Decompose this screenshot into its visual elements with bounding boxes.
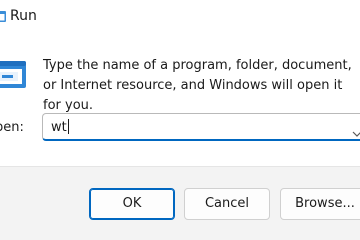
run-dialog-icon [0,61,26,89]
run-description: Type the name of a program, folder, docu… [43,58,352,113]
title-bar[interactable]: Run [0,0,360,34]
window-title: Run [10,8,37,24]
browse-button[interactable]: Browse... [280,188,360,220]
open-input[interactable]: wt [51,119,69,135]
open-input-value: wt [51,120,67,135]
run-icon [0,9,6,23]
chevron-down-icon[interactable] [352,123,360,137]
open-label: pen: [0,120,24,135]
cancel-button[interactable]: Cancel [184,188,270,220]
ok-button[interactable]: OK [89,188,175,220]
dialog-content: Type the name of a program, folder, docu… [0,34,360,166]
run-dialog: Run Type the name of a program, folder, … [0,0,360,240]
open-combobox[interactable]: wt [42,113,360,141]
text-caret [67,119,69,134]
button-bar: OK Cancel Browse... [0,166,360,240]
